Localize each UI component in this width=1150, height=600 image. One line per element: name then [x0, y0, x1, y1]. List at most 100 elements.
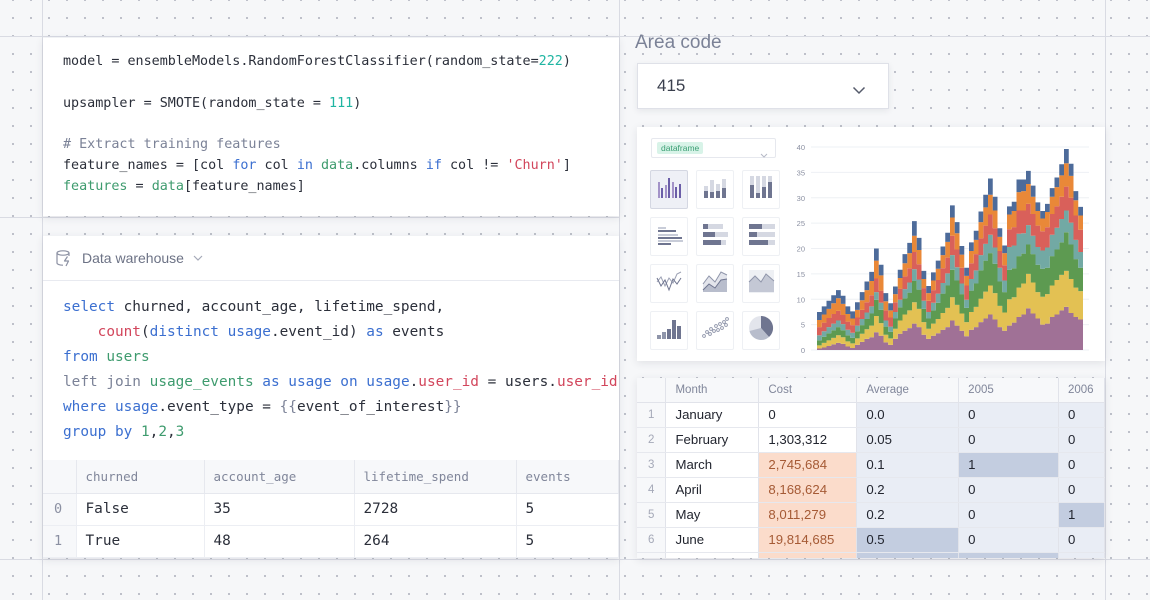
chart-type-button[interactable] — [696, 311, 734, 350]
grid-cell-2006[interactable]: 0 — [1058, 527, 1105, 553]
code-token: = — [127, 178, 152, 194]
code-token: feature_names = [col — [63, 157, 233, 173]
grid-cell-average[interactable]: 0.5 — [856, 527, 960, 553]
grid-cell-month[interactable]: February — [665, 427, 760, 453]
guide-line — [0, 36, 1150, 37]
grid-cell-2005[interactable]: 0 — [958, 502, 1059, 528]
grid-cell-cost[interactable]: 2,745,684 — [758, 452, 858, 478]
chart-type-button[interactable] — [696, 170, 734, 209]
code-token: usage_events — [149, 374, 254, 390]
stacked-area-chart: 0 5 10 15 20 25 30 35 40 — [797, 143, 1089, 355]
code-token: as — [262, 374, 280, 390]
area-code-value: 415 — [657, 76, 686, 95]
sql-source-label: Data warehouse — [82, 250, 184, 266]
grid-cell-2006[interactable]: 1 — [1058, 502, 1105, 528]
y-tick-label: 40 — [797, 143, 805, 152]
grid-cell — [637, 552, 667, 558]
chart-type-button[interactable] — [650, 264, 688, 303]
grid-cell-average[interactable]: 0.2 — [856, 502, 960, 528]
python-code-editor[interactable]: model = ensembleModels.RandomForestClass… — [63, 52, 619, 198]
grid-column-header[interactable]: Cost — [758, 378, 858, 403]
result-index-header — [43, 460, 77, 494]
chart-type-button[interactable] — [650, 217, 688, 256]
code-token: , — [167, 424, 176, 440]
dataframe-select[interactable]: dataframe — [651, 138, 776, 158]
code-token: ) — [353, 95, 362, 111]
result-cell: 5 — [516, 493, 619, 526]
result-column-header[interactable]: events — [516, 460, 619, 494]
chart-type-button[interactable] — [696, 217, 734, 256]
grid-cell-average[interactable]: 0.05 — [856, 427, 960, 453]
grid-cell-cost[interactable]: 8,168,624 — [758, 477, 858, 503]
y-tick-label: 15 — [797, 270, 805, 279]
chart-type-button[interactable] — [650, 311, 688, 350]
result-column-header[interactable]: lifetime_spend — [354, 460, 517, 494]
grid-cell-cost[interactable]: 1,303,312 — [758, 427, 858, 453]
area-code-select[interactable]: 415 — [637, 63, 889, 109]
grid-cell-average[interactable]: 0.1 — [856, 452, 960, 478]
sql-source-selector[interactable]: Data warehouse — [43, 236, 619, 281]
grid-cell-average[interactable]: 0.2 — [856, 477, 960, 503]
code-token: ( — [140, 324, 150, 340]
chart-type-button[interactable] — [696, 264, 734, 303]
result-column-header[interactable]: churned — [76, 460, 205, 494]
code-token: if — [425, 157, 442, 173]
grid-cell-month[interactable]: June — [665, 527, 760, 553]
code-token: 1 — [140, 424, 150, 440]
grid-cell-cost[interactable]: 19,814,685 — [758, 527, 858, 553]
data-grid[interactable]: Month Cost Average 2005 2006 1 January 0 0.… — [637, 378, 1105, 558]
chart-type-button[interactable] — [742, 311, 780, 350]
code-token: where — [63, 399, 107, 415]
grid-cell-2005[interactable]: 0 — [958, 477, 1059, 503]
grid-cell-2006[interactable]: 0 — [1058, 477, 1105, 503]
grid-cell-2005[interactable]: 0 — [958, 527, 1059, 553]
sql-code-editor[interactable]: select churned, account_age, lifetime_sp… — [43, 281, 619, 445]
result-cell: 48 — [204, 525, 355, 558]
result-cell: 264 — [354, 525, 517, 558]
code-token: select — [63, 299, 115, 315]
grid-cell-cost[interactable]: 8,011,279 — [758, 502, 858, 528]
grid-row-index: 5 — [637, 502, 667, 528]
grid-cell-cost[interactable]: 0 — [758, 402, 858, 428]
grid-cell-2005[interactable]: 0 — [958, 402, 1059, 428]
chart-type-button[interactable] — [742, 170, 780, 209]
result-cell: 35 — [204, 493, 355, 526]
grid-cell-2005[interactable]: 0 — [958, 427, 1059, 453]
grid-cell-month[interactable]: March — [665, 452, 760, 478]
chart-type-button[interactable] — [742, 217, 780, 256]
grid-cell-2005[interactable]: 1 — [958, 452, 1059, 478]
grid-cell-2006[interactable]: 0 — [1058, 452, 1105, 478]
grid-column-header[interactable]: Average — [856, 378, 960, 403]
code-token: usage — [115, 399, 159, 415]
chart-type-button[interactable] — [650, 170, 688, 209]
guide-line — [1105, 0, 1106, 600]
grid-column-header[interactable]: Month — [665, 378, 760, 403]
grid-cell-month[interactable]: January — [665, 402, 760, 428]
grid-cell-month[interactable]: April — [665, 477, 760, 503]
grid-column-header[interactable]: 2006 — [1058, 378, 1105, 403]
chart-type-button[interactable] — [742, 264, 780, 303]
grid-cell — [1058, 552, 1105, 558]
stacked-bar-100-icon — [747, 174, 775, 205]
grid-cell-2006[interactable]: 0 — [1058, 402, 1105, 428]
code-token: in — [296, 157, 313, 173]
grid-column-header[interactable]: 2005 — [958, 378, 1059, 403]
grid-cell-average[interactable]: 0.0 — [856, 402, 960, 428]
python-code-cell[interactable]: model = ensembleModels.RandomForestClass… — [43, 38, 619, 216]
grid-row-index: 6 — [637, 527, 667, 553]
row-index: 1 — [43, 525, 77, 558]
chart-cell[interactable]: dataframe 0 5 10 15 20 25 30 35 40 — [637, 127, 1105, 361]
code-token: 222 — [538, 54, 563, 69]
code-token: usage — [288, 374, 332, 390]
grid-cell-month[interactable]: May — [665, 502, 760, 528]
code-token: ) — [562, 54, 571, 69]
result-column-header[interactable]: account_age — [204, 460, 355, 494]
sql-cell[interactable]: Data warehouse select churned, account_a… — [43, 236, 619, 558]
result-cell: False — [76, 493, 205, 526]
code-token: = users. — [478, 374, 557, 390]
grid-cell-2006[interactable]: 0 — [1058, 427, 1105, 453]
